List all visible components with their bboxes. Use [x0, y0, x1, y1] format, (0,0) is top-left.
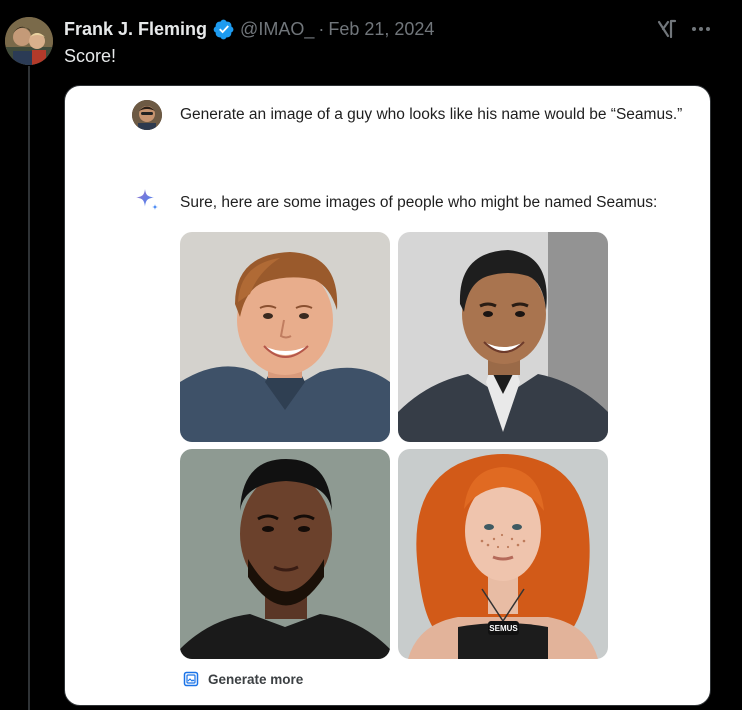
gemini-sparkle-icon	[136, 189, 158, 210]
more-dot	[699, 27, 703, 31]
author-display-name[interactable]: Frank J. Fleming	[64, 19, 207, 40]
generated-image-2[interactable]	[398, 232, 608, 442]
meta-separator: ·	[318, 18, 325, 39]
response-text: Sure, here are some images of people who…	[180, 194, 658, 211]
user-prompt-text: Generate an image of a guy who looks lik…	[180, 106, 683, 123]
attached-image-card[interactable]: Generate an image of a guy who looks lik…	[64, 85, 711, 706]
user-avatar-image	[132, 100, 162, 130]
generate-more-label: Generate more	[208, 671, 304, 687]
more-dot	[692, 27, 696, 31]
avatar-image	[5, 17, 53, 65]
more-dots-icon[interactable]	[689, 18, 713, 40]
author-handle[interactable]: @IMAO_	[240, 19, 314, 40]
generated-image-3[interactable]	[180, 449, 390, 659]
tweet-text: Score!	[64, 46, 117, 66]
generated-image-4[interactable]: SEMUS	[398, 449, 608, 659]
generated-image-1[interactable]	[180, 232, 390, 442]
tweet-header: Frank J. Fleming @IMAO_ · Feb 21, 2024	[64, 17, 434, 41]
image-add-icon	[183, 671, 199, 687]
pendant-text: SEMUS	[489, 624, 518, 633]
prompt-user-avatar	[132, 100, 162, 130]
tweet-date[interactable]: Feb 21, 2024	[328, 19, 434, 40]
grok-icon[interactable]	[656, 18, 678, 40]
verified-badge-icon	[213, 19, 234, 39]
author-avatar[interactable]	[5, 17, 53, 65]
generate-more-button[interactable]: Generate more	[183, 671, 303, 687]
thread-line	[28, 66, 30, 710]
more-dot	[706, 27, 710, 31]
